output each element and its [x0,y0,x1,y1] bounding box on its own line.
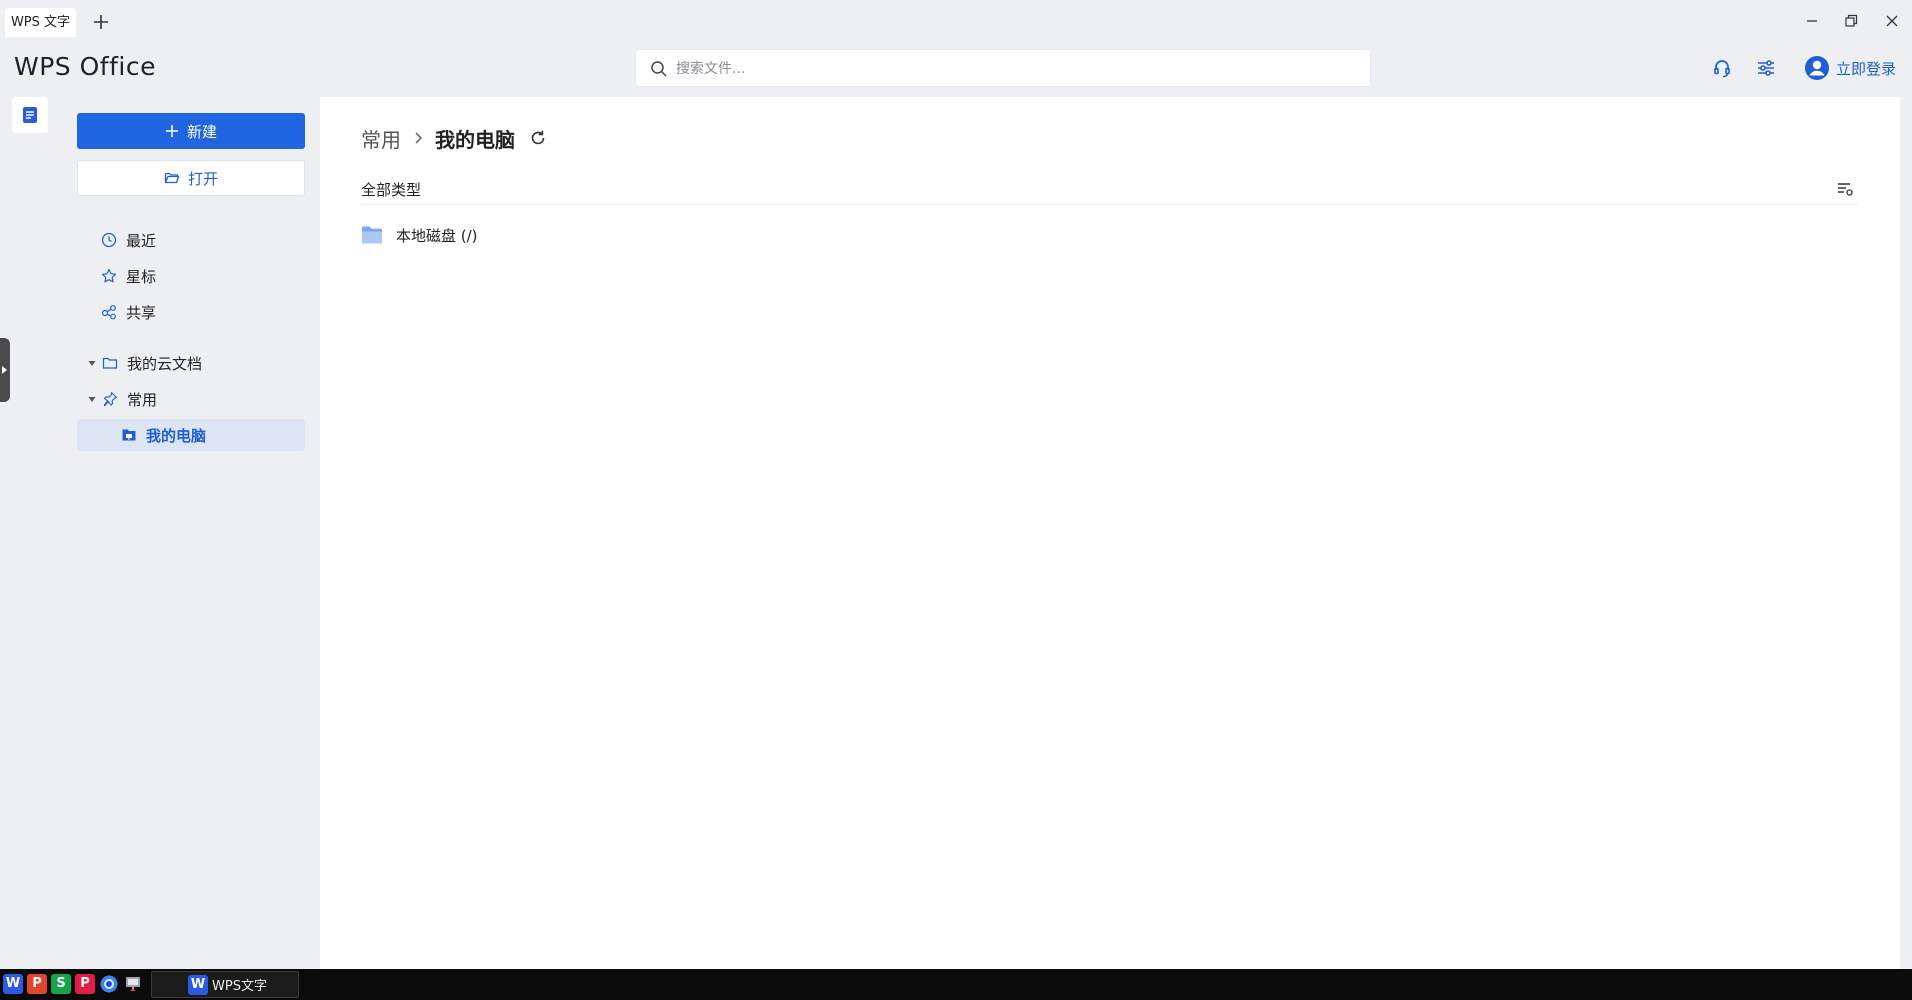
search-box[interactable] [635,49,1371,87]
main-panel: 常用 我的电脑 全部类型 本地磁盘 (/) [320,97,1900,969]
headset-icon [1714,60,1730,78]
plus-icon [94,15,108,29]
chevron-right-icon [2,366,7,374]
search-input[interactable] [676,56,1356,82]
computer-folder-icon [122,429,136,441]
taskbar-presentation-launcher[interactable]: P [27,974,47,994]
taskbar-browser-launcher[interactable] [99,974,119,994]
breadcrumb: 常用 我的电脑 [361,123,547,153]
restore-icon [1845,14,1858,27]
sliders-icon [1758,60,1774,76]
search-icon [651,61,667,77]
sidebar-item-my-cloud-docs[interactable]: 我的云文档 [77,347,305,379]
taskbar-pdf-launcher[interactable]: P [75,974,95,994]
clock-icon [101,232,117,248]
login-button[interactable]: 立即登录 [1804,54,1896,82]
sidebar-item-my-computer[interactable]: 我的电脑 [77,419,305,451]
file-type-filter[interactable]: 全部类型 [361,179,421,200]
document-icon [23,107,37,123]
breadcrumb-current: 我的电脑 [435,127,515,152]
restore-button[interactable] [1839,10,1863,32]
close-icon [1886,15,1898,27]
sidebar-item-label: 我的云文档 [127,354,203,373]
sidebar-toggle-handle[interactable] [0,338,10,402]
app-logo: WPS Office [14,52,156,81]
sidebar-item-starred[interactable]: 星标 [77,260,305,292]
folder-open-icon [164,172,180,184]
browser-icon [100,975,118,993]
writer-app-icon: W [188,974,208,995]
taskbar: W P S P W WPS文字 [0,969,1912,1000]
monitor-icon [126,977,140,991]
caret-down-icon[interactable] [87,394,97,404]
support-button[interactable] [1710,56,1734,80]
minimize-button[interactable] [1800,10,1824,32]
sidebar-item-shared[interactable]: 共享 [77,296,305,328]
user-avatar-icon [1805,56,1829,80]
filter-row: 全部类型 [361,175,1858,205]
settings-button[interactable] [1754,56,1778,80]
sidebar: 新建 打开 最近 星标 共享 我的云文档 常用 我的电脑 [61,97,320,969]
file-name: 本地磁盘 (/) [396,226,478,245]
star-icon [101,268,117,283]
new-button[interactable]: 新建 [77,113,305,149]
sidebar-item-label: 星标 [126,267,157,286]
taskbar-window-label: WPS文字 [212,979,267,994]
folder-icon [102,357,118,369]
close-button[interactable] [1880,10,1904,32]
sidebar-item-label: 共享 [126,303,157,322]
taskbar-desktop-launcher[interactable] [123,974,143,994]
file-item[interactable]: 本地磁盘 (/) [361,221,478,249]
tab-bar: WPS 文字 [0,0,1912,42]
caret-down-icon[interactable] [87,358,97,368]
rail-documents-button[interactable] [12,97,48,133]
new-button-label: 新建 [186,122,217,141]
view-options-icon[interactable] [1836,180,1854,198]
chevron-right-icon [415,132,422,144]
taskbar-window-wps-writer[interactable]: W WPS文字 [151,971,299,998]
sidebar-item-label: 我的电脑 [146,426,207,445]
taskbar-writer-launcher[interactable]: W [3,974,23,994]
sidebar-item-label: 最近 [126,231,157,250]
sidebar-item-label: 常用 [127,390,158,409]
pin-icon [103,391,118,407]
folder-icon [362,226,382,244]
sidebar-item-frequent[interactable]: 常用 [77,383,305,415]
new-tab-button[interactable] [90,11,112,33]
sidebar-item-recent[interactable]: 最近 [77,224,305,256]
open-button[interactable]: 打开 [77,160,305,196]
open-button-label: 打开 [187,169,218,188]
refresh-icon[interactable] [529,129,547,147]
minimize-icon [1807,20,1817,22]
taskbar-spreadsheet-launcher[interactable]: S [51,974,71,994]
login-label: 立即登录 [1836,59,1897,78]
breadcrumb-parent[interactable]: 常用 [361,124,401,153]
tab-wps-writer[interactable]: WPS 文字 [5,8,76,37]
plus-icon [165,125,178,137]
share-icon [101,305,116,320]
